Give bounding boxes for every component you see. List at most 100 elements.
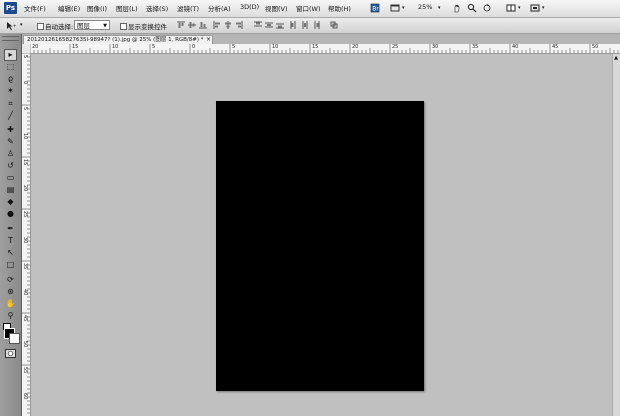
align-right-icon[interactable] [235,21,243,29]
lasso-tool-icon[interactable]: ϱ [5,74,16,84]
ruler-label: 25 [22,211,28,218]
align-left-icon[interactable] [213,21,221,29]
ruler-label: 30 [22,237,28,244]
document-canvas[interactable] [216,101,424,391]
3d-orbit-tool-icon[interactable]: ⊛ [5,287,16,297]
ruler-label: 10 [22,133,28,140]
zoom-icon[interactable] [467,3,477,13]
screen-mode-icon[interactable] [390,3,400,13]
menu-view[interactable]: 视图(V) [265,3,288,13]
chevron-down-icon: ▼ [103,23,107,29]
crop-tool-icon[interactable]: ⌗ [5,99,16,109]
ruler-horizontal[interactable]: 20 15 10 5 0 5 10 15 20 25 30 35 40 45 5… [30,44,620,54]
chevron-down-icon[interactable]: ▾ [402,5,405,11]
auto-select-checkbox[interactable] [37,23,44,30]
3d-rotate-tool-icon[interactable]: ⟳ [5,275,16,285]
ruler-label: 5 [232,44,236,50]
ruler-label: 0 [192,44,196,50]
gradient-tool-icon[interactable]: ▤ [5,185,16,195]
ruler-label: 45 [22,315,28,322]
scroll-up-arrow-icon[interactable]: ▲ [613,55,619,61]
menu-analysis[interactable]: 分析(A) [208,3,231,13]
ruler-vertical[interactable]: 5 0 5 10 15 20 25 30 35 40 45 50 55 60 [22,53,31,416]
dodge-tool-icon[interactable]: ● [5,209,16,219]
align-vcenter-icon[interactable] [188,21,196,29]
menu-filter[interactable]: 滤镜(T) [177,3,199,13]
photoshop-logo: Ps [4,2,17,14]
ruler-label: 25 [392,44,399,50]
healing-brush-tool-icon[interactable]: ✚ [5,125,16,135]
ruler-label: 40 [22,289,28,296]
menu-image[interactable]: 图像(I) [87,3,107,13]
distribute-bottom-icon[interactable] [276,21,284,29]
zoom-level[interactable]: 25% [418,3,432,11]
align-bottom-icon[interactable] [199,21,207,29]
chevron-down-icon[interactable]: ▾ [542,5,545,11]
layer-select-value: 图层 [77,22,90,30]
auto-select-label: 自动选择: [45,23,74,31]
shape-tool-icon[interactable]: □ [5,260,16,270]
ruler-label: 15 [312,44,319,50]
move-tool-icon[interactable]: + [5,21,17,31]
distribute-vcenter-icon[interactable] [265,21,273,29]
ruler-label: 5 [22,107,28,111]
rotate-view-icon[interactable] [482,3,492,13]
ruler-label: 45 [552,44,559,50]
distribute-hcenter-icon[interactable] [301,21,309,29]
marquee-tool-icon[interactable]: ⬚ [5,62,16,72]
hand-tool-icon[interactable]: ✋ [5,299,16,309]
hand-icon[interactable] [452,3,462,13]
menu-help[interactable]: 帮助(H) [328,3,351,13]
toolbox-grip[interactable] [2,36,19,41]
menu-select[interactable]: 选择(S) [146,3,168,13]
ruler-label: 0 [22,81,28,85]
distribute-left-icon[interactable] [290,21,298,29]
ruler-label: 60 [22,393,28,400]
ruler-label: 15 [22,159,28,166]
align-hcenter-icon[interactable] [224,21,232,29]
chevron-down-icon[interactable]: ▾ [518,5,521,11]
menu-layer[interactable]: 图层(L) [116,3,138,13]
ruler-label: 35 [472,44,479,50]
menu-3d[interactable]: 3D(D) [240,3,259,11]
ruler-label: 10 [112,44,119,50]
layer-select[interactable]: 图层 ▼ [74,20,110,30]
move-tool-icon[interactable]: ▸ [4,49,17,61]
arrange-documents-icon[interactable] [506,3,516,13]
blur-tool-icon[interactable]: ◆ [5,197,16,207]
history-brush-tool-icon[interactable]: ↺ [5,161,16,171]
clone-stamp-tool-icon[interactable]: ♙ [5,149,16,159]
distribute-top-icon[interactable] [254,21,262,29]
eraser-tool-icon[interactable]: ▭ [5,173,16,183]
bridge-icon[interactable]: Br [370,3,380,13]
align-top-icon[interactable] [177,21,185,29]
quick-mask-icon[interactable] [5,349,16,358]
pen-tool-icon[interactable]: ✒ [5,224,16,234]
chevron-down-icon[interactable]: ▾ [20,22,23,28]
distribute-right-icon[interactable] [312,21,320,29]
chevron-down-icon[interactable]: ▾ [438,5,441,11]
ruler-label: 20 [352,44,359,50]
path-selection-tool-icon[interactable]: ↖ [5,248,16,258]
show-transform-checkbox[interactable] [120,23,127,30]
brush-tool-icon[interactable]: ✎ [5,137,16,147]
close-icon[interactable]: × [206,36,211,43]
menu-bar: Ps 文件(F) 编辑(E) 图像(I) 图层(L) 选择(S) 滤镜(T) 分… [0,0,620,18]
menu-file[interactable]: 文件(F) [24,3,46,13]
magic-wand-tool-icon[interactable]: ✶ [5,86,16,96]
ruler-label: 50 [22,341,28,348]
ruler-label: 35 [22,263,28,270]
menu-edit[interactable]: 编辑(E) [58,3,80,13]
menu-window[interactable]: 窗口(W) [296,3,321,13]
eyedropper-tool-icon[interactable]: ╱ [5,111,16,121]
ruler-label: 10 [272,44,279,50]
screen-layout-icon[interactable] [530,3,540,13]
document-tab[interactable]: 20120126165827635l-98947? (1).jpg @ 25% … [23,35,213,44]
background-color-swatch[interactable] [9,333,20,344]
zoom-tool-icon[interactable]: ⚲ [5,311,16,321]
auto-align-icon[interactable] [330,21,338,29]
vertical-scrollbar[interactable] [612,54,620,416]
ruler-label: 55 [22,367,28,374]
ruler-label: 50 [592,44,599,50]
type-tool-icon[interactable]: T [5,236,16,246]
